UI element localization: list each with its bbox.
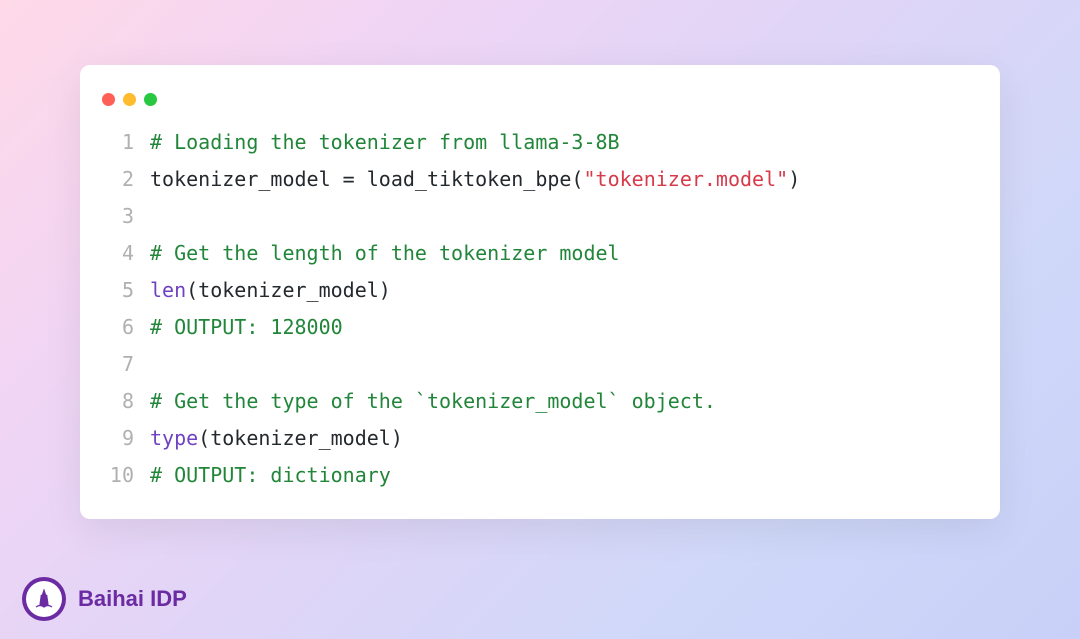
code-line: 4 # Get the length of the tokenizer model <box>102 235 978 272</box>
code-line: 2 tokenizer_model = load_tiktoken_bpe("to… <box>102 161 978 198</box>
minimize-icon[interactable] <box>123 93 136 106</box>
brand-logo-icon <box>22 577 66 621</box>
code-line: 1 # Loading the tokenizer from llama-3-8B <box>102 124 978 161</box>
code-window: 1 # Loading the tokenizer from llama-3-8B… <box>80 65 1000 519</box>
code-line: 10 # OUTPUT: dictionary <box>102 457 978 494</box>
line-number: 5 <box>102 272 134 309</box>
line-number: 1 <box>102 124 134 161</box>
line-number: 2 <box>102 161 134 198</box>
code-area: 1 # Loading the tokenizer from llama-3-8B… <box>80 124 1000 494</box>
line-number: 3 <box>102 198 134 235</box>
close-icon[interactable] <box>102 93 115 106</box>
line-number: 4 <box>102 235 134 272</box>
line-content <box>150 198 162 235</box>
code-line: 7 <box>102 346 978 383</box>
line-number: 6 <box>102 309 134 346</box>
maximize-icon[interactable] <box>144 93 157 106</box>
line-content: tokenizer_model = load_tiktoken_bpe("tok… <box>150 161 800 198</box>
line-number: 8 <box>102 383 134 420</box>
line-content: len(tokenizer_model) <box>150 272 391 309</box>
code-line: 8 # Get the type of the `tokenizer_model`… <box>102 383 978 420</box>
code-line: 5 len(tokenizer_model) <box>102 272 978 309</box>
line-content: # Get the type of the `tokenizer_model` … <box>150 383 716 420</box>
brand: Baihai IDP <box>22 577 187 621</box>
window-controls <box>80 85 1000 124</box>
line-content: type(tokenizer_model) <box>150 420 403 457</box>
line-number: 10 <box>102 457 134 494</box>
code-line: 9 type(tokenizer_model) <box>102 420 978 457</box>
line-number: 7 <box>102 346 134 383</box>
line-content: # Get the length of the tokenizer model <box>150 235 620 272</box>
line-content: # OUTPUT: dictionary <box>150 457 391 494</box>
line-content: # OUTPUT: 128000 <box>150 309 343 346</box>
code-line: 6 # OUTPUT: 128000 <box>102 309 978 346</box>
brand-name: Baihai IDP <box>78 586 187 612</box>
line-number: 9 <box>102 420 134 457</box>
line-content: # Loading the tokenizer from llama-3-8B <box>150 124 620 161</box>
lighthouse-icon <box>32 587 56 611</box>
code-line: 3 <box>102 198 978 235</box>
line-content <box>150 346 162 383</box>
